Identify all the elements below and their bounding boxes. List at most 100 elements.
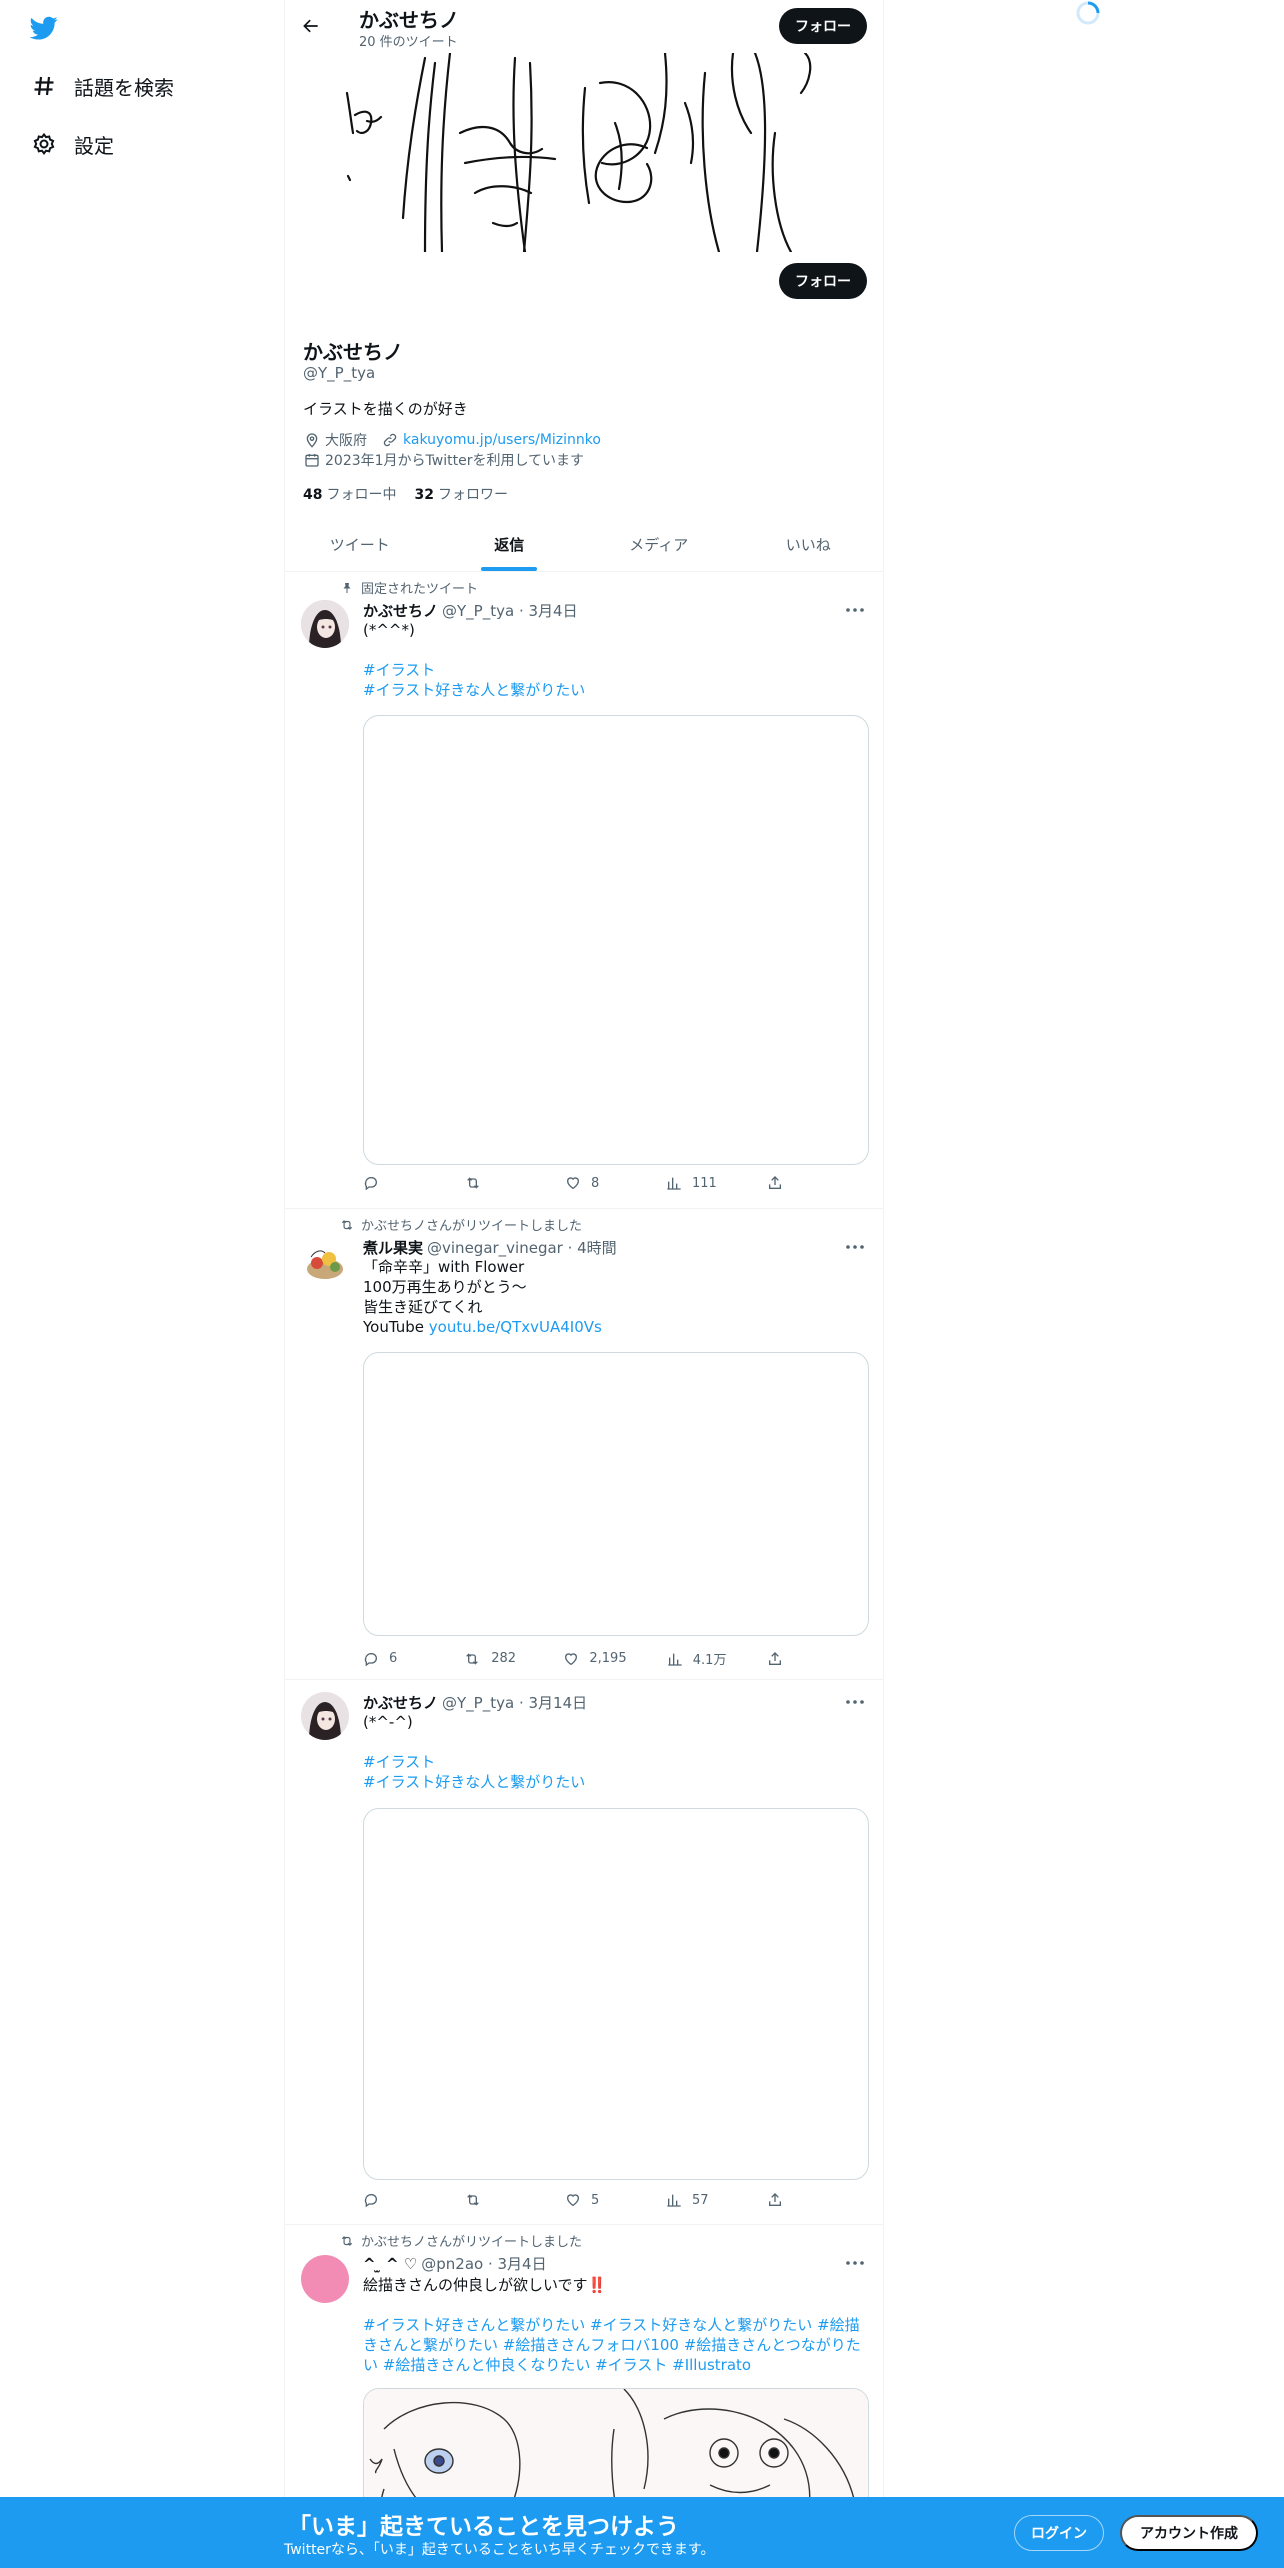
share-icon bbox=[769, 2193, 781, 2206]
gear-icon bbox=[30, 130, 58, 158]
hashtag-link[interactable]: #イラスト好きな人と繋がりたい bbox=[363, 1772, 869, 1792]
retweet-button[interactable]: 282 bbox=[463, 1649, 523, 1668]
main-column: かぶせちノ 20 件のツイート フォロー フォロー かぶせちノ @Y_P_tya… bbox=[284, 0, 884, 2568]
following-link[interactable]: 48 フォロー中 bbox=[303, 484, 396, 504]
more-options-icon[interactable] bbox=[843, 1692, 867, 1712]
tweet-media[interactable] bbox=[363, 1352, 869, 1636]
tweet-handle-time[interactable]: @vinegar_vinegar · 4時間 bbox=[427, 1237, 617, 1258]
tweet-line: (*^-^) bbox=[363, 1713, 413, 1731]
reply-button[interactable]: 6 bbox=[363, 1649, 423, 1668]
tab-media[interactable]: メディア bbox=[584, 520, 734, 571]
tweet-handle-time[interactable]: @Y_P_tya · 3月4日 bbox=[442, 600, 578, 621]
heart-icon bbox=[566, 1177, 580, 1190]
nav-explore-label: 話題を検索 bbox=[74, 75, 174, 100]
tweet-spacer bbox=[363, 2295, 869, 2315]
link-icon bbox=[381, 431, 399, 449]
tweet-media[interactable] bbox=[363, 715, 869, 1165]
views-icon bbox=[668, 1653, 682, 1666]
youtube-link[interactable]: youtu.be/QTxvUA4I0Vs bbox=[429, 1318, 602, 1336]
tab-likes[interactable]: いいね bbox=[734, 520, 884, 571]
reply-button[interactable] bbox=[363, 2192, 423, 2208]
avatar[interactable] bbox=[301, 1692, 349, 1740]
pinned-label: 固定されたツイート bbox=[361, 582, 479, 597]
tab-replies[interactable]: 返信 bbox=[435, 520, 585, 571]
header-follow-button[interactable]: フォロー bbox=[779, 8, 867, 44]
hashtag-block[interactable]: #イラスト好きさんと繋がりたい #イラスト好きな人と繋がりたい #絵描きさんと繋… bbox=[363, 2315, 869, 2375]
retweet-context: かぶせちノさんがリツイートしました bbox=[341, 2231, 583, 2250]
followers-count: 32 bbox=[414, 487, 434, 503]
back-arrow-icon[interactable] bbox=[297, 12, 325, 40]
like-button[interactable]: 5 bbox=[565, 2192, 625, 2208]
nav-settings[interactable]: 設定 bbox=[30, 124, 114, 164]
tweet[interactable]: かぶせちノ @Y_P_tya · 3月14日 (*^-^) #イラスト #イラス… bbox=[285, 1680, 883, 2225]
retweet-context-label: かぶせちノさんがリツイートしました bbox=[361, 2235, 583, 2250]
retweet-button[interactable] bbox=[464, 2192, 524, 2208]
views-button[interactable]: 4.1万 bbox=[667, 1649, 727, 1668]
share-button[interactable] bbox=[767, 2192, 793, 2208]
active-tab-indicator bbox=[481, 567, 538, 571]
reply-button[interactable] bbox=[363, 1175, 423, 1191]
tweet-author-name[interactable]: 煮ル果実 bbox=[363, 1237, 423, 1258]
views-button[interactable]: 57 bbox=[666, 2192, 726, 2208]
tab-tweets[interactable]: ツイート bbox=[285, 520, 435, 571]
tweet-media[interactable] bbox=[363, 1808, 869, 2180]
more-options-icon[interactable] bbox=[843, 2253, 867, 2273]
share-button[interactable] bbox=[767, 1649, 793, 1668]
loading-spinner-icon bbox=[1075, 0, 1101, 26]
tab-replies-label: 返信 bbox=[494, 536, 525, 554]
hashtag-link[interactable]: #イラスト好きな人と繋がりたい bbox=[363, 680, 869, 700]
tweet-author-name[interactable]: ^ ̫ ^ ♡ bbox=[363, 2255, 417, 2273]
login-button[interactable]: ログイン bbox=[1014, 2515, 1104, 2551]
retweet-context: かぶせちノさんがリツイートしました bbox=[341, 1215, 583, 1234]
create-account-button[interactable]: アカウント作成 bbox=[1120, 2515, 1258, 2551]
hashtag-link[interactable]: #イラスト bbox=[363, 1752, 869, 1772]
tweet-handle-time[interactable]: @Y_P_tya · 3月14日 bbox=[442, 1692, 587, 1713]
profile-banner[interactable] bbox=[285, 53, 883, 252]
twitter-logo-icon[interactable] bbox=[28, 14, 62, 42]
tweet-line: 絵描きさんの仲良しが欲しいです‼️ bbox=[363, 2276, 607, 2294]
avatar[interactable] bbox=[301, 600, 349, 648]
profile-follow-button[interactable]: フォロー bbox=[779, 263, 867, 299]
signup-banner-subtitle: Twitterなら、「いま」起きていることをいち早くチェックできます。 bbox=[284, 2542, 715, 2558]
tweet-actions: 8 111 bbox=[363, 1175, 793, 1191]
profile-website-link[interactable]: kakuyomu.jp/users/Mizinnko bbox=[403, 432, 601, 448]
tweet[interactable]: 固定されたツイート かぶせちノ @Y_P_tya · 3月4日 (*^^*) #… bbox=[285, 572, 883, 1209]
heart-icon bbox=[566, 2194, 580, 2207]
like-count: 2,195 bbox=[589, 1651, 627, 1666]
tweet-spacer bbox=[363, 1732, 869, 1752]
pinned-context: 固定されたツイート bbox=[343, 578, 479, 597]
hashtag-link[interactable]: #イラスト bbox=[363, 660, 869, 680]
signup-banner-title: 「いま」起きていることを見つけよう bbox=[288, 2514, 679, 2540]
profile-location: 大阪府 bbox=[325, 433, 367, 449]
header-name: かぶせちノ bbox=[359, 8, 459, 32]
like-button[interactable]: 8 bbox=[565, 1175, 625, 1191]
tweet-header: ^ ̫ ^ ♡ @pn2ao · 3月4日 bbox=[363, 2253, 547, 2274]
tweet-handle-time[interactable]: @pn2ao · 3月4日 bbox=[421, 2253, 546, 2274]
nav-settings-label: 設定 bbox=[74, 133, 114, 158]
retweet-icon bbox=[466, 1652, 478, 1665]
avatar[interactable] bbox=[301, 2255, 349, 2303]
header-tweet-count: 20 件のツイート bbox=[359, 35, 458, 50]
tweet-header: 煮ル果実 @vinegar_vinegar · 4時間 bbox=[363, 1237, 617, 1258]
retweet-context-label: かぶせちノさんがリツイートしました bbox=[361, 1219, 583, 1234]
share-button[interactable] bbox=[767, 1175, 793, 1191]
views-count: 4.1万 bbox=[692, 1653, 727, 1668]
tweet-author-name[interactable]: かぶせちノ bbox=[363, 600, 438, 621]
views-count: 57 bbox=[692, 2192, 709, 2208]
tweet[interactable]: かぶせちノさんがリツイートしました 煮ル果実 @vinegar_vinegar … bbox=[285, 1209, 883, 1680]
tweet-header: かぶせちノ @Y_P_tya · 3月4日 bbox=[363, 600, 578, 621]
like-count: 5 bbox=[591, 2192, 600, 2208]
like-button[interactable]: 2,195 bbox=[563, 1649, 627, 1668]
avatar[interactable] bbox=[301, 1237, 349, 1285]
tweet-author-name[interactable]: かぶせちノ bbox=[363, 1692, 438, 1713]
followers-link[interactable]: 32 フォロワー bbox=[414, 484, 507, 504]
views-button[interactable]: 111 bbox=[666, 1175, 726, 1191]
tweet-line: (*^^*) bbox=[363, 621, 415, 639]
reply-icon bbox=[364, 1652, 377, 1666]
more-options-icon[interactable] bbox=[843, 1237, 867, 1257]
tab-likes-label: いいね bbox=[785, 536, 831, 554]
nav-explore[interactable]: 話題を検索 bbox=[30, 66, 174, 106]
retweet-button[interactable] bbox=[464, 1175, 524, 1191]
profile-joined: 2023年1月からTwitterを利用しています bbox=[325, 453, 585, 469]
more-options-icon[interactable] bbox=[843, 600, 867, 620]
